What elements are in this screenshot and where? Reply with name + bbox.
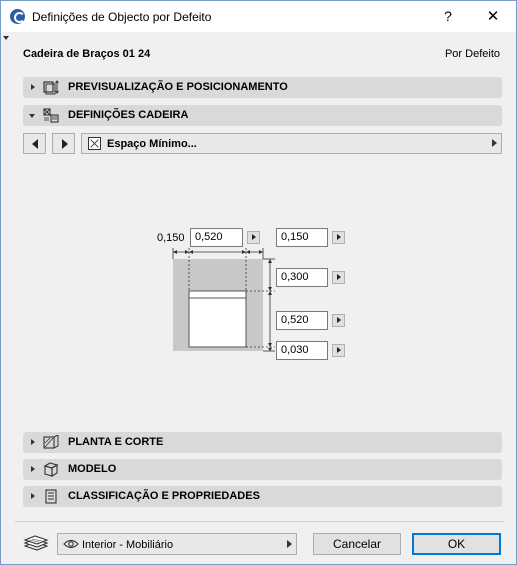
left-arrow-icon xyxy=(32,139,38,149)
panel-model[interactable]: MODELO xyxy=(23,459,502,480)
right-clearance-field[interactable]: 0,150 xyxy=(276,228,328,247)
classification-icon xyxy=(45,489,57,504)
clearance-diagram xyxy=(172,248,275,352)
chair-width-field[interactable]: 0,520 xyxy=(190,228,243,247)
page-selector-label: Espaço Mínimo... xyxy=(107,138,197,150)
panel-label: DEFINIÇÕES CADEIRA xyxy=(68,109,189,121)
default-status-label: Por Defeito xyxy=(444,48,500,60)
title-bar: Definições de Objecto por Defeito ? ✕ xyxy=(1,1,516,32)
panel-classification-properties[interactable]: CLASSIFICAÇÃO E PROPRIEDADES xyxy=(23,486,502,507)
chair-outline xyxy=(188,290,247,348)
plan-section-icon xyxy=(43,435,59,449)
front-clearance-field[interactable]: 0,300 xyxy=(276,268,328,287)
width-options-button[interactable] xyxy=(247,231,260,244)
panel-label: MODELO xyxy=(68,463,117,475)
panel-label: PREVISUALIZAÇÃO E POSICIONAMENTO xyxy=(68,81,288,93)
archicad-app-icon xyxy=(10,9,25,24)
page-selector-dropdown[interactable]: Espaço Mínimo... xyxy=(81,133,502,154)
preview-positioning-icon xyxy=(43,80,59,95)
dropdown-arrow-icon xyxy=(287,540,292,548)
panel-label: CLASSIFICAÇÃO E PROPRIEDADES xyxy=(68,490,260,502)
right-clearance-options-button[interactable] xyxy=(332,231,345,244)
collapse-arrow-icon xyxy=(29,114,35,118)
panel-preview-positioning[interactable]: PREVISUALIZAÇÃO E POSICIONAMENTO xyxy=(23,77,502,98)
expand-arrow-icon xyxy=(31,439,35,445)
footer-divider xyxy=(15,521,504,522)
cancel-button[interactable]: Cancelar xyxy=(313,533,401,555)
panel-label: PLANTA E CORTE xyxy=(68,436,164,448)
ok-button[interactable]: OK xyxy=(412,533,501,555)
left-clearance-label: 0,150 xyxy=(157,232,185,244)
chair-settings-icon xyxy=(43,108,59,123)
favorites-triangle-icon[interactable] xyxy=(3,36,9,40)
eye-visibility-icon xyxy=(63,539,79,549)
panel-plan-section[interactable]: PLANTA E CORTE xyxy=(23,432,502,453)
next-page-button[interactable] xyxy=(52,133,75,154)
right-arrow-icon xyxy=(62,139,68,149)
dropdown-arrow-icon xyxy=(492,139,497,147)
help-button[interactable]: ? xyxy=(425,1,471,32)
close-button[interactable]: ✕ xyxy=(470,1,516,32)
panel-chair-settings[interactable]: DEFINIÇÕES CADEIRA xyxy=(23,105,502,126)
chair-depth-field[interactable]: 0,520 xyxy=(276,311,328,330)
back-clearance-field[interactable]: 0,030 xyxy=(276,341,328,360)
model-cube-icon xyxy=(43,462,59,477)
depth-options-button[interactable] xyxy=(332,314,345,327)
clearance-page-icon xyxy=(88,137,101,150)
layer-value: Interior - Mobiliário xyxy=(82,539,174,551)
window-title: Definições de Objecto por Defeito xyxy=(32,10,212,24)
back-clearance-options-button[interactable] xyxy=(332,344,345,357)
expand-arrow-icon xyxy=(31,466,35,472)
previous-page-button[interactable] xyxy=(23,133,46,154)
layer-dropdown[interactable]: Interior - Mobiliário xyxy=(57,533,297,555)
expand-arrow-icon xyxy=(31,493,35,499)
layers-icon xyxy=(23,535,49,551)
expand-arrow-icon xyxy=(31,84,35,90)
front-clearance-options-button[interactable] xyxy=(332,271,345,284)
dialog-window: Definições de Objecto por Defeito ? ✕ Ca… xyxy=(0,0,517,565)
object-name: Cadeira de Braços 01 24 xyxy=(23,48,151,60)
